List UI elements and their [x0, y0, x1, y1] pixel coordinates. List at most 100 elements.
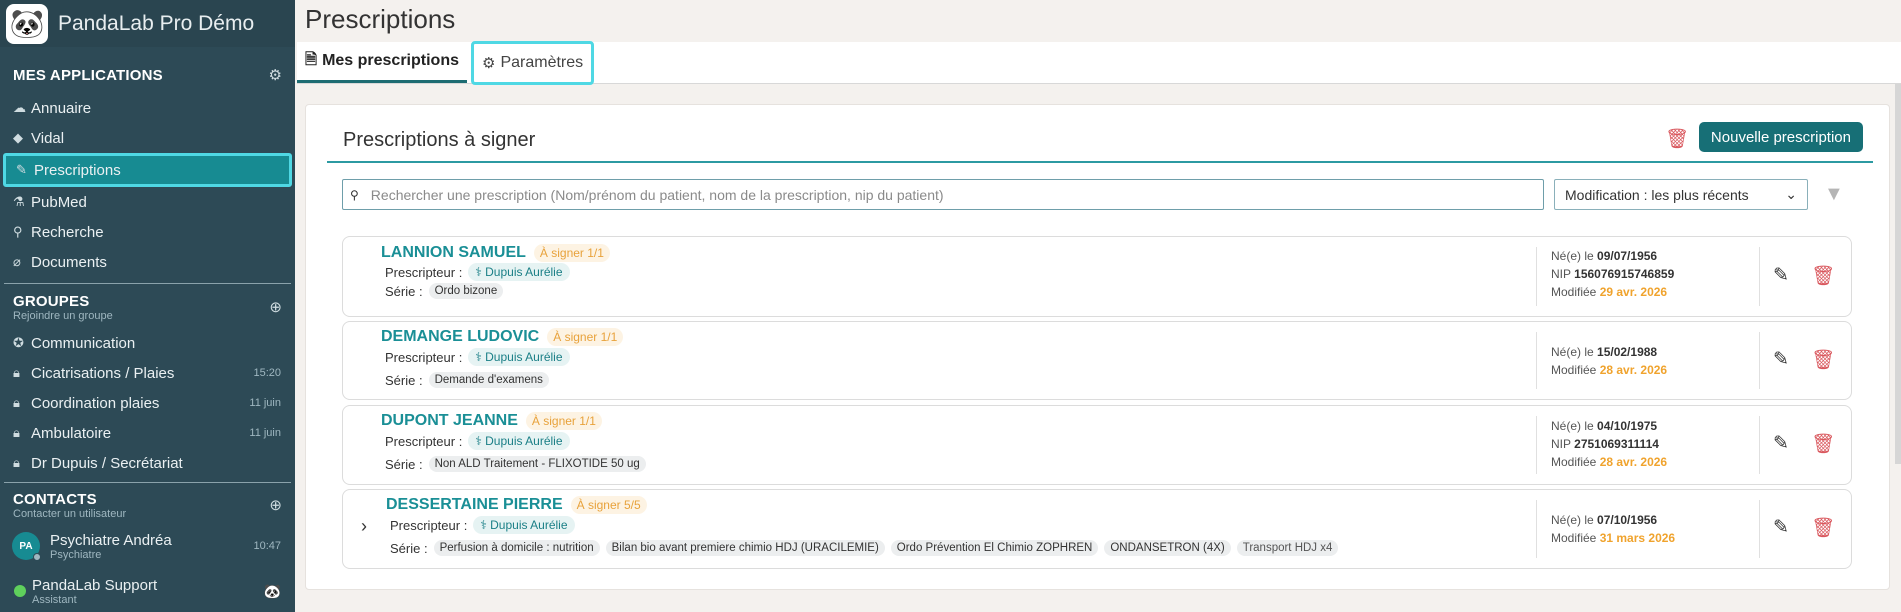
tab-mes-prescriptions[interactable]: 🗎︎ Mes prescriptions	[297, 43, 467, 83]
status-badge: À signer 1/1	[525, 412, 602, 430]
sidebar-item-documents[interactable]: ⌀ Documents	[0, 247, 295, 277]
filter-icon[interactable]: ▼	[1824, 183, 1844, 206]
apps-title: MES APPLICATIONS	[13, 66, 163, 84]
paperclip-icon: ⌀	[13, 254, 21, 269]
trash-icon[interactable]: 🗑︎	[1665, 127, 1689, 151]
contact-item[interactable]: PandaLab Support Assistant 🐼	[0, 571, 295, 611]
gear-icon[interactable]: ⚙	[269, 66, 282, 84]
trash-icon[interactable]: 🗑︎	[1811, 264, 1835, 288]
edit-icon[interactable]: ✎	[1773, 348, 1789, 371]
group-label: Communication	[31, 334, 136, 352]
group-item-ambulatoire[interactable]: 🔒︎ Ambulatoire 11 juin	[0, 418, 295, 448]
add-contact-icon[interactable]: ⊕	[269, 496, 282, 514]
document-icon: 🗎︎	[305, 50, 318, 68]
sidebar-item-vidal[interactable]: ◆ Vidal	[0, 123, 295, 153]
series-label: Série :	[385, 283, 423, 299]
pubmed-icon: ⚗	[13, 194, 25, 209]
sidebar-item-recherche[interactable]: ⚲ Recherche	[0, 217, 295, 247]
prescriber-row: Prescripteur : ⚕ Dupuis Aurélie	[385, 348, 570, 366]
trash-icon[interactable]: 🗑︎	[1811, 348, 1835, 372]
divider	[1759, 332, 1760, 389]
groups-subtitle[interactable]: Rejoindre un groupe	[13, 310, 113, 322]
patient-info: Né(e) le 15/02/1988 Modifiée 28 avr. 202…	[1551, 343, 1667, 379]
group-item-secretariat[interactable]: 🔒︎ Dr Dupuis / Secrétariat	[0, 448, 295, 478]
patient-name[interactable]: LANNION SAMUEL	[381, 244, 526, 261]
prescription-card[interactable]: LANNION SAMUEL À signer 1/1 Prescripteur …	[342, 236, 1852, 317]
series-row: Série : Non ALD Traitement - FLIXOTIDE 50…	[385, 456, 646, 472]
add-group-icon[interactable]: ⊕	[269, 298, 282, 316]
new-prescription-button[interactable]: Nouvelle prescription	[1698, 122, 1863, 152]
scrollbar[interactable]	[1895, 84, 1901, 464]
patient-info: Né(e) le 04/10/1975 NIP 2751069311114 Mo…	[1551, 417, 1667, 471]
tab-bar: 🗎︎ Mes prescriptions ⚙ Paramètres	[297, 40, 1901, 85]
group-label: Dr Dupuis / Secrétariat	[31, 454, 183, 472]
contact-item[interactable]: PA Psychiatre Andréa Psychiatre 10:47	[0, 525, 295, 567]
series-label: Série :	[385, 456, 423, 472]
edit-icon[interactable]: ✎	[1773, 516, 1789, 539]
prescription-card[interactable]: DUPONT JEANNE À signer 1/1 Prescripteur :…	[342, 405, 1852, 485]
contacts-subtitle[interactable]: Contacter un utilisateur	[13, 508, 126, 520]
contact-role: Assistant	[32, 593, 77, 606]
series-chip: Perfusion à domicile : nutrition	[433, 540, 600, 556]
trash-icon[interactable]: 🗑︎	[1811, 432, 1835, 456]
series-chip: Transport HDJ x4	[1236, 540, 1339, 556]
patient-name-line: LANNION SAMUEL À signer 1/1	[381, 244, 610, 262]
group-label: Coordination plaies	[31, 394, 160, 412]
divider	[1536, 500, 1537, 558]
sidebar-item-label: Vidal	[31, 129, 65, 147]
modified-label: Modifiée	[1551, 363, 1597, 377]
divider	[1759, 247, 1760, 306]
tab-label: Mes prescriptions	[322, 52, 459, 69]
tab-label: Paramètres	[500, 53, 584, 71]
patient-name[interactable]: DUPONT JEANNE	[381, 412, 518, 429]
divider	[1759, 416, 1760, 474]
pill-icon: ◆	[13, 130, 23, 145]
sidebar-item-pubmed[interactable]: ⚗ PubMed	[0, 187, 295, 217]
prescriber-label: Prescripteur :	[390, 517, 468, 533]
brand[interactable]: 🐼 PandaLab Pro Démo	[0, 0, 295, 47]
doctor-chip: ⚕ Dupuis Aurélie	[468, 263, 570, 281]
trash-icon[interactable]: 🗑︎	[1811, 516, 1835, 540]
doctor-name: Dupuis Aurélie	[490, 518, 568, 532]
prescriber-label: Prescripteur :	[385, 264, 463, 280]
prescription-card[interactable]: › DESSERTAINE PIERRE À signer 5/5 Prescri…	[342, 489, 1852, 569]
group-item-coordination[interactable]: 🔒︎ Coordination plaies 11 juin	[0, 388, 295, 418]
contacts-header: CONTACTS Contacter un utilisateur ⊕	[0, 489, 295, 521]
group-item-cicatrisations[interactable]: 🔒︎ Cicatrisations / Plaies 15:20	[0, 358, 295, 388]
status-badge: À signer 5/5	[570, 496, 647, 514]
search-box[interactable]: ⚲	[342, 179, 1544, 210]
series-chip: Ordo bizone	[428, 283, 504, 299]
sidebar-item-annuaire[interactable]: ☁ Annuaire	[0, 93, 295, 123]
prescription-icon: ✎	[16, 162, 27, 177]
contact-role: Psychiatre	[50, 548, 102, 561]
search-input[interactable]	[370, 186, 1543, 203]
nip-value: 156076915746859	[1574, 267, 1675, 281]
chevron-right-icon[interactable]: ›	[361, 516, 367, 537]
sidebar-item-prescriptions[interactable]: ✎ Prescriptions	[3, 153, 292, 187]
chevron-down-icon: ⌄	[1785, 186, 1797, 202]
series-chip: Demande d'examens	[428, 372, 549, 388]
patient-name[interactable]: DEMANGE LUDOVIC	[381, 328, 539, 345]
series-chip: Bilan bio avant premiere chimio HDJ (URA…	[605, 540, 885, 556]
edit-icon[interactable]: ✎	[1773, 432, 1789, 455]
tab-parametres[interactable]: ⚙ Paramètres	[471, 40, 595, 85]
sort-select[interactable]: Modification : les plus récents ⌄	[1554, 179, 1808, 210]
modified-value: 31 mars 2026	[1599, 531, 1676, 545]
doctor-name: Dupuis Aurélie	[485, 434, 563, 448]
search-icon: ⚲	[350, 187, 359, 202]
lock-icon: 🔒︎	[13, 425, 20, 440]
born-label: Né(e) le	[1551, 419, 1594, 433]
edit-icon[interactable]: ✎	[1773, 264, 1789, 287]
prescriptions-panel: Prescriptions à signer 🗑︎ Nouvelle presc…	[305, 104, 1890, 590]
group-time: 15:20	[253, 367, 281, 379]
prescription-card[interactable]: DEMANGE LUDOVIC À signer 1/1 Prescripteur…	[342, 321, 1852, 400]
group-item-communication[interactable]: ✪ Communication	[0, 328, 295, 358]
sidebar-item-label: Recherche	[31, 223, 104, 241]
sidebar-item-label: Annuaire	[31, 99, 92, 117]
patient-name[interactable]: DESSERTAINE PIERRE	[386, 496, 563, 513]
lock-icon: 🔒︎	[13, 395, 20, 410]
prescriber-row: Prescripteur : ⚕ Dupuis Aurélie	[385, 432, 570, 450]
born-value: 09/07/1956	[1597, 249, 1658, 263]
nip-label: NIP	[1551, 437, 1571, 451]
panel-title: Prescriptions à signer	[343, 129, 536, 151]
